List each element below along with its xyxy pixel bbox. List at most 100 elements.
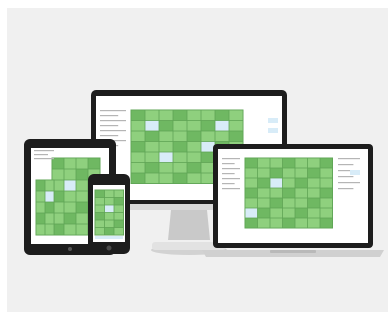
calendar-event-cell [64,180,76,191]
calendar-cell [95,205,105,213]
text-line [34,158,54,160]
text-line [100,135,119,137]
calendar-cell [245,198,258,208]
calendar-cell [307,178,320,188]
calendar-cell [320,198,333,208]
calendar-cell [131,152,145,163]
calendar-cell [282,188,295,198]
calendar-cell [159,131,173,142]
calendar-cell [187,141,201,152]
calendar-event-cell [145,120,159,131]
calendar-cell [201,110,215,121]
text-line [338,188,354,190]
calendar-cell [245,158,258,168]
text-line [34,150,54,152]
calendar-cell [320,188,333,198]
calendar-cell [114,212,124,220]
smartphone [88,174,130,254]
text-line [338,182,360,184]
calendar-cell [159,173,173,184]
calendar-cell [270,208,283,218]
calendar-event-cell [45,191,54,202]
calendar-cell [145,173,159,184]
calendar-cell [159,110,173,121]
calendar-cell [320,158,333,168]
calendar-cell [104,197,114,205]
calendar-cell [307,158,320,168]
calendar-cell [114,227,124,235]
calendar-cell [114,190,124,198]
calendar-cell [257,168,270,178]
text-line [100,120,126,122]
calendar-cell [95,212,105,220]
calendar-cell [131,120,145,131]
calendar-cell [245,178,258,188]
calendar-cell [76,158,88,169]
calendar-cell [229,131,243,142]
calendar-event-cell [215,120,229,131]
calendar-cell [36,202,45,213]
calendar-cell [257,158,270,168]
calendar-cell [187,120,201,131]
calendar-cell [295,158,308,168]
calendar-cell [270,198,283,208]
calendar-cell [173,152,187,163]
calendar-cell [245,218,258,228]
phone-bottom-bar [95,236,123,239]
calendar-cell [64,191,76,202]
calendar-cell [159,141,173,152]
tablet-home-button [68,247,72,251]
calendar-cell [131,162,145,173]
calendar-event-cell [104,205,114,213]
calendar-cell [320,168,333,178]
calendar-cell [307,218,320,228]
calendar-cell [187,131,201,142]
calendar-cell [295,188,308,198]
calendar-cell [201,120,215,131]
calendar-cell [64,213,76,224]
calendar-cell [282,208,295,218]
text-line [222,178,240,180]
text-line [100,110,126,112]
calendar-cell [45,224,54,235]
calendar-cell [104,227,114,235]
text-line [222,158,240,160]
calendar-cell [76,213,88,224]
calendar-cell [114,220,124,228]
calendar-cell [95,227,105,235]
calendar-cell [173,173,187,184]
calendar-event-cell [270,178,283,188]
calendar-cell [201,162,215,173]
calendar-cell [282,198,295,208]
calendar-cell [45,202,54,213]
calendar-cell [307,188,320,198]
calendar-cell [45,213,54,224]
calendar-cell [270,188,283,198]
calendar-cell [52,158,64,169]
calendar-cell [320,208,333,218]
text-line [222,188,240,190]
phone-home-button [106,245,112,251]
calendar-cell [114,197,124,205]
text-line [100,130,126,132]
text-line [338,176,354,178]
text-line [222,163,235,165]
sidebar-button [350,170,360,175]
calendar-cell [257,218,270,228]
calendar-event-cell [201,141,215,152]
calendar-cell [229,120,243,131]
calendar-cell [245,168,258,178]
text-line [338,164,354,166]
text-line [222,168,240,170]
calendar-cell [245,188,258,198]
calendar-cell [76,202,88,213]
calendar-cell [257,208,270,218]
calendar-cell [229,110,243,121]
text-line [338,158,360,160]
calendar-cell [215,110,229,121]
calendar-cell [173,120,187,131]
laptop [202,144,384,257]
calendar-cell [173,162,187,173]
calendar-cell [295,208,308,218]
calendar-cell [64,224,76,235]
